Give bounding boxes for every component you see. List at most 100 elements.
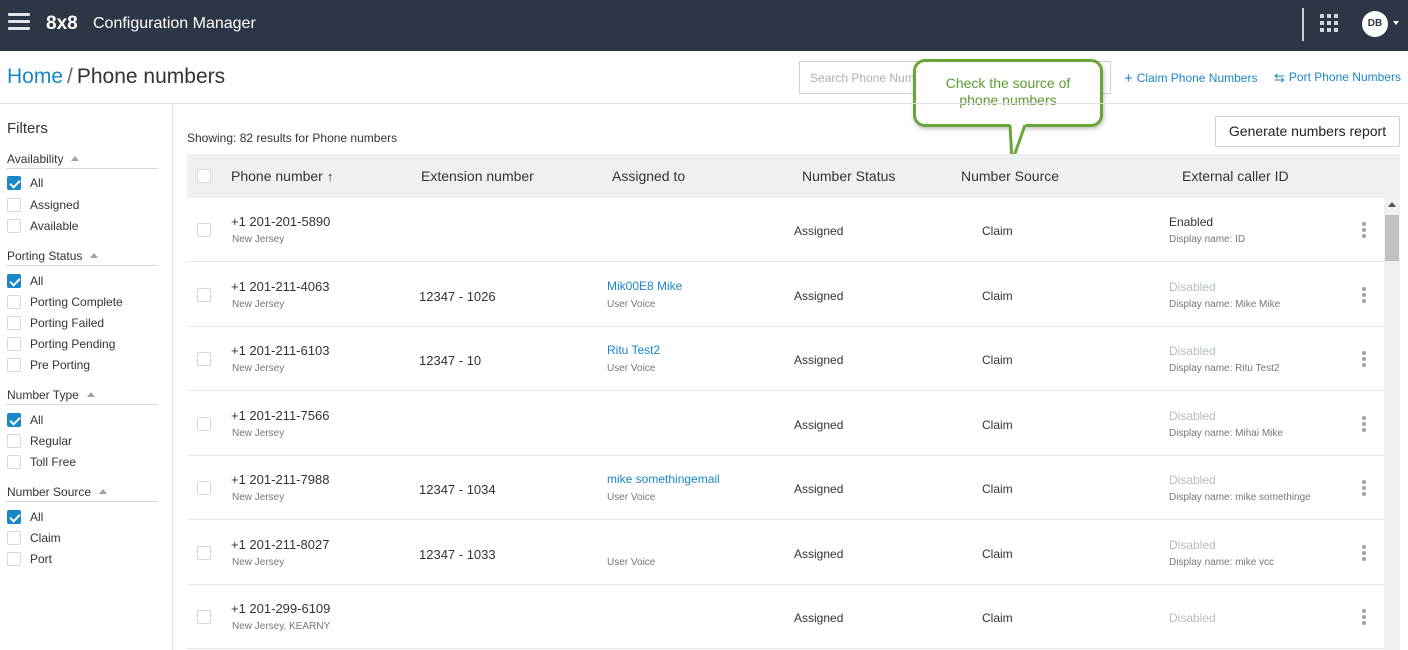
table-row[interactable]: +1 201-211-6103 New Jersey 12347 - 10 Ritu … — [187, 327, 1384, 391]
filter-option-port[interactable]: Port — [7, 552, 52, 566]
header-divider — [0, 103, 1408, 104]
app-title: Configuration Manager — [93, 15, 256, 32]
more-options-icon[interactable] — [1362, 545, 1366, 561]
caller-id-status: Disabled — [1169, 344, 1216, 358]
checkbox — [7, 510, 21, 524]
more-options-icon[interactable] — [1362, 609, 1366, 625]
assigned-type: User Voice — [607, 557, 656, 568]
page-title: Phone numbers — [76, 65, 226, 88]
filter-option-porting-all[interactable]: All — [7, 274, 43, 288]
caller-display-name: Display name: Mihai Mike — [1169, 428, 1283, 439]
filter-option-available[interactable]: Available — [7, 219, 78, 233]
filter-option-source-all[interactable]: All — [7, 510, 43, 524]
results-count: Showing: 82 results for Phone numbers — [187, 131, 398, 145]
checkbox — [7, 455, 21, 469]
column-number-source[interactable]: Number Source — [961, 168, 1059, 184]
filter-group-number-type[interactable]: Number Type — [7, 388, 95, 402]
column-external-caller-id[interactable]: External caller ID — [1182, 168, 1289, 184]
filter-option-porting-failed[interactable]: Porting Failed — [7, 316, 104, 330]
table-row[interactable]: +1 201-211-4063 New Jersey 12347 - 1026 Mik… — [187, 263, 1384, 327]
table-row[interactable]: +1 201-211-7566 New Jersey Assigned Claim Di… — [187, 392, 1384, 456]
more-options-icon[interactable] — [1362, 351, 1366, 367]
more-options-icon[interactable] — [1362, 416, 1366, 432]
row-checkbox[interactable] — [197, 223, 211, 237]
column-phone-number[interactable]: Phone number ↑ — [231, 168, 333, 184]
extension-number: 12347 - 1026 — [419, 289, 496, 304]
generate-report-button[interactable]: Generate numbers report — [1215, 116, 1400, 147]
table-row[interactable]: +1 201-201-5890 New Jersey Assigned Claim En… — [187, 198, 1384, 262]
number-status: Assigned — [794, 418, 844, 432]
swap-arrows-icon: ⇆ — [1274, 70, 1285, 85]
collapse-triangle-icon — [90, 253, 99, 258]
more-options-icon[interactable] — [1362, 287, 1366, 303]
row-checkbox[interactable] — [197, 546, 211, 560]
number-source: Claim — [982, 547, 1013, 561]
filter-divider — [6, 404, 158, 405]
checkbox — [7, 358, 21, 372]
filter-option-porting-pending[interactable]: Porting Pending — [7, 337, 115, 351]
filter-option-pre-porting[interactable]: Pre Porting — [7, 358, 90, 372]
scroll-up-arrow-icon[interactable] — [1388, 202, 1396, 207]
scroll-thumb[interactable] — [1385, 215, 1399, 261]
number-status: Assigned — [794, 289, 844, 303]
table-row[interactable]: +1 201-211-8027 New Jersey 12347 - 1033 Use… — [187, 521, 1384, 585]
scrollbar[interactable] — [1384, 198, 1400, 650]
filter-option-porting-complete[interactable]: Porting Complete — [7, 295, 123, 309]
table-row[interactable]: +1 201-211-7988 New Jersey 12347 - 1034 mik… — [187, 456, 1384, 520]
phone-number: +1 201-299-6109 — [231, 601, 331, 616]
callout-line-2: phone numbers — [959, 92, 1057, 108]
row-checkbox[interactable] — [197, 610, 211, 624]
filter-option-regular[interactable]: Regular — [7, 434, 72, 448]
caller-display-name: Display name: mike somethinge — [1169, 492, 1311, 503]
number-source: Claim — [982, 353, 1013, 367]
callout-line-1: Check the source of — [945, 75, 1071, 91]
row-checkbox[interactable] — [197, 481, 211, 495]
more-options-icon[interactable] — [1362, 222, 1366, 238]
chevron-down-icon[interactable] — [1393, 21, 1399, 25]
logo[interactable]: 8x8 — [46, 13, 78, 35]
column-assigned-to[interactable]: Assigned to — [612, 168, 685, 184]
checkbox — [7, 531, 21, 545]
phone-location: New Jersey, KEARNY — [232, 621, 331, 632]
breadcrumb-home-link[interactable]: Home — [7, 65, 63, 88]
hamburger-menu-icon[interactable] — [8, 13, 30, 31]
topbar-divider — [1302, 8, 1304, 41]
row-checkbox[interactable] — [197, 352, 211, 366]
filter-option-availability-all[interactable]: All — [7, 176, 43, 190]
port-phone-numbers-link[interactable]: ⇆ Port Phone Numbers — [1274, 70, 1401, 86]
phone-location: New Jersey — [232, 428, 285, 439]
sort-ascending-icon: ↑ — [326, 169, 334, 184]
column-number-status[interactable]: Number Status — [802, 168, 895, 184]
caller-id-status: Enabled — [1169, 215, 1214, 229]
row-checkbox[interactable] — [197, 288, 211, 302]
filter-option-assigned[interactable]: Assigned — [7, 198, 79, 212]
select-all-checkbox[interactable] — [197, 169, 211, 183]
phone-number: +1 201-211-8027 — [231, 537, 330, 552]
phone-location: New Jersey — [232, 557, 285, 568]
filter-option-claim[interactable]: Claim — [7, 531, 61, 545]
assigned-user-link[interactable]: Mik00E8 Mike — [607, 279, 682, 293]
phone-location: New Jersey — [232, 492, 285, 503]
table-row[interactable]: +1 201-299-6109 New Jersey, KEARNY Assigne… — [187, 585, 1384, 649]
apps-grid-icon[interactable] — [1320, 14, 1338, 32]
phone-number: +1 201-211-7988 — [231, 472, 330, 487]
assigned-user-link[interactable]: Ritu Test2 — [607, 343, 660, 357]
table-header: Phone number ↑ Extension number Assigned … — [187, 154, 1400, 198]
filter-group-availability[interactable]: Availability — [7, 152, 80, 166]
filter-group-porting-status[interactable]: Porting Status — [7, 249, 99, 263]
phone-location: New Jersey — [232, 299, 285, 310]
claim-phone-numbers-link[interactable]: + Claim Phone Numbers — [1124, 70, 1257, 87]
avatar[interactable]: DB — [1362, 11, 1388, 37]
filter-option-toll-free[interactable]: Toll Free — [7, 455, 76, 469]
assigned-user-link[interactable]: mike somethingemail — [607, 472, 720, 486]
column-extension[interactable]: Extension number — [421, 168, 534, 184]
caller-display-name: Display name: Mike Mike — [1169, 299, 1281, 310]
filter-group-number-source[interactable]: Number Source — [7, 485, 108, 499]
checkbox — [7, 219, 21, 233]
number-source: Claim — [982, 611, 1013, 625]
more-options-icon[interactable] — [1362, 480, 1366, 496]
number-source: Claim — [982, 224, 1013, 238]
filter-option-type-all[interactable]: All — [7, 413, 43, 427]
row-checkbox[interactable] — [197, 417, 211, 431]
caller-display-name: Display name: ID — [1169, 234, 1246, 245]
